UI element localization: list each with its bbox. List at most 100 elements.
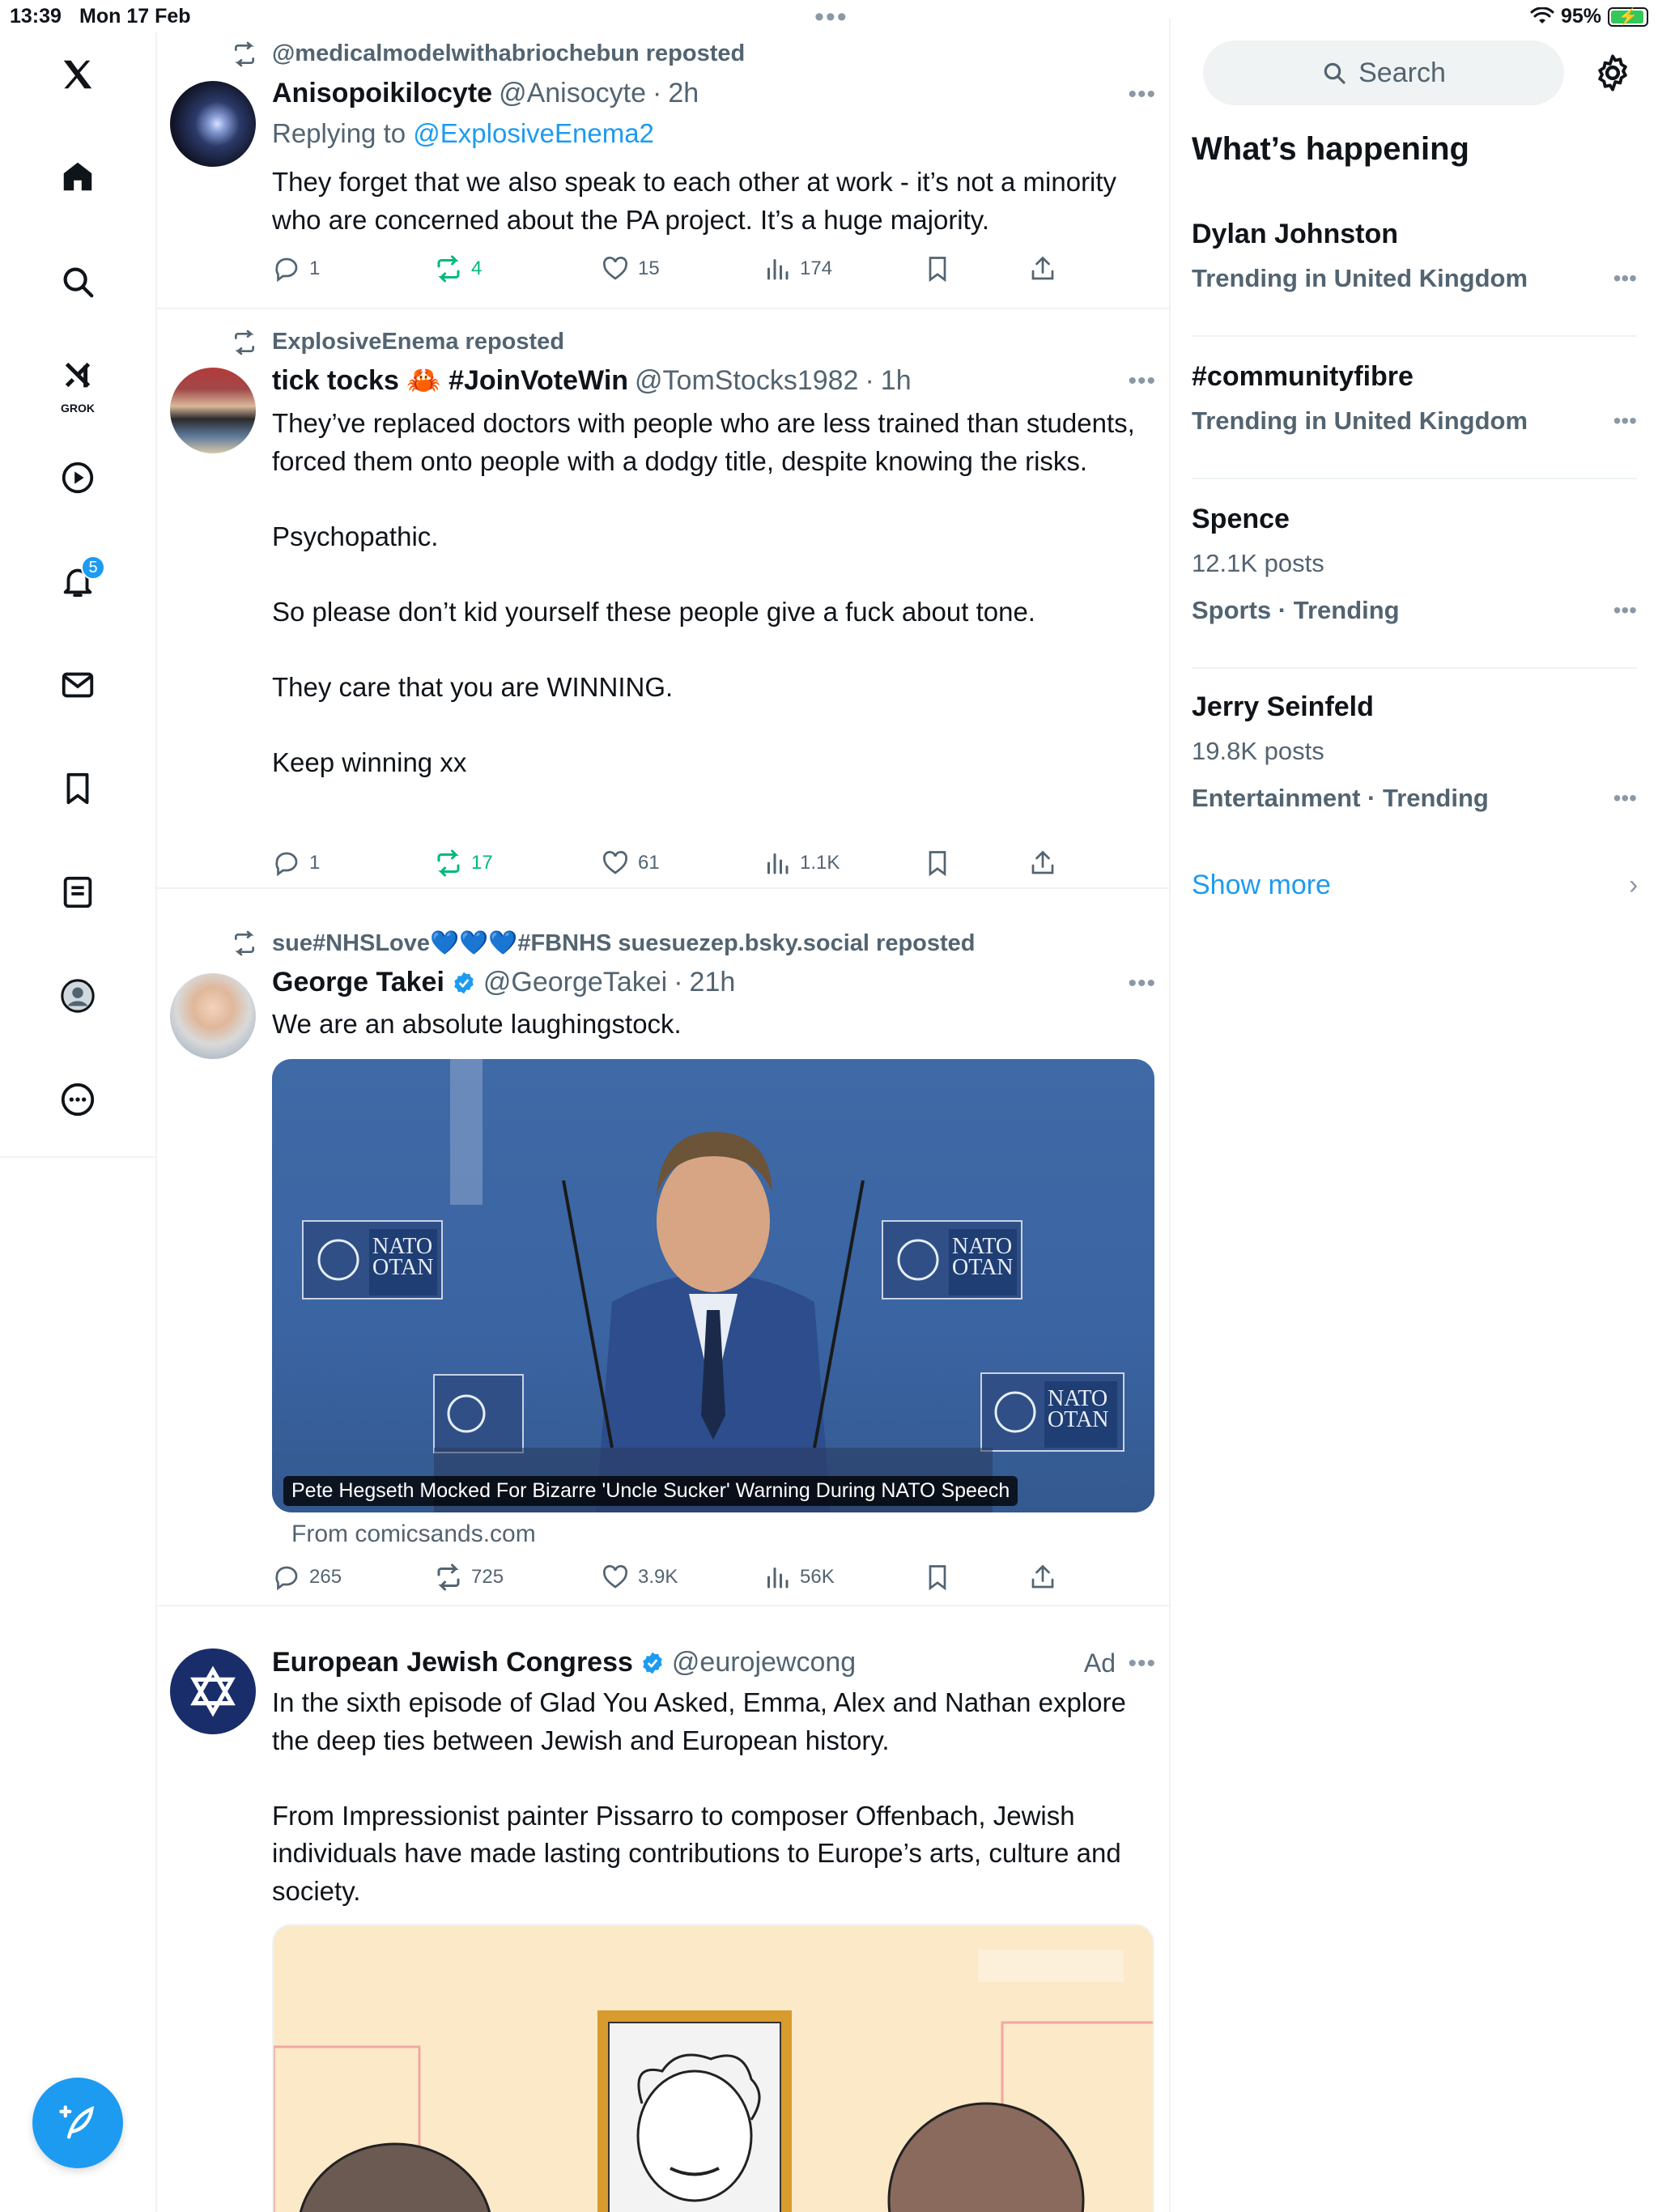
repost-by[interactable]: sue#NHSLove💙💙💙#FBNHS suesuezep.bsky.soci… [272,929,976,957]
reply-to-link[interactable]: @ExplosiveEnema2 [413,118,654,148]
trend-item[interactable]: Dylan Johnston Trending in United Kingdo… [1192,219,1637,337]
reply-button[interactable]: 1 [272,254,320,283]
einstein-cartoon-image [274,1950,1153,2212]
ad-image[interactable] [272,1924,1154,2212]
like-button[interactable]: 15 [601,254,660,283]
separator-dot: · [652,78,662,108]
username[interactable]: @eurojewcong [672,1647,856,1678]
nato-press-scene-image: NATO OTAN NATO OTAN NATO OTAN [302,1059,1124,1512]
post-more-icon[interactable]: ••• [1128,368,1156,395]
username[interactable]: @Anisocyte [499,78,646,109]
trend-item[interactable]: #communityfibre Trending in United Kingd… [1192,361,1637,479]
grok-icon[interactable]: GROK [52,348,104,415]
post-time[interactable]: 2h [668,78,699,109]
notifications-bell-icon[interactable]: 5 [52,555,105,607]
post-more-icon[interactable]: ••• [1128,1650,1156,1678]
repost-button[interactable]: 17 [434,849,493,878]
like-button[interactable]: 61 [601,849,660,878]
trend-more-icon[interactable]: ••• [1613,266,1637,291]
username[interactable]: @GeorgeTakei [483,967,667,998]
reply-icon [275,1566,298,1591]
x-logo-icon[interactable] [52,49,104,100]
repost-icon [235,41,254,66]
trend-more-icon[interactable]: ••• [1613,598,1637,623]
trend-meta: Trending in United Kingdom [1192,406,1528,435]
display-name[interactable]: George Takei [272,967,444,998]
lists-icon[interactable] [52,866,104,918]
views-button[interactable]: 56K [763,1563,835,1592]
display-name[interactable]: European Jewish Congress [272,1647,633,1678]
reply-prefix: Replying to [272,118,414,148]
video-thumbnail[interactable]: NATO OTAN NATO OTAN NATO OTAN Pete Hegse… [272,1059,1154,1512]
trend-more-icon[interactable]: ••• [1613,785,1637,811]
avatar[interactable] [170,368,256,453]
otan-sign-text-right: OTAN [952,1255,1014,1280]
like-button[interactable]: 3.9K [601,1563,678,1592]
settings-gear-icon[interactable] [1592,52,1634,94]
display-name[interactable]: tick tocks 🦀 #JoinVoteWin [272,364,628,397]
replying-to: Replying to @ExplosiveEnema2 [272,118,654,149]
share-button[interactable] [1028,849,1057,878]
avatar[interactable] [170,1648,256,1734]
repost-by[interactable]: @medicalmodelwithabriochebun reposted [272,40,745,67]
repost-icon [235,930,254,956]
left-nav-empty-area [0,1158,157,2212]
repost-button[interactable]: 725 [434,1563,504,1592]
show-more-link[interactable]: Show more [1192,870,1331,901]
post-actions: 1 4 15 174 [272,254,1054,287]
post-time[interactable]: 21h [690,967,736,998]
reply-button[interactable]: 265 [272,1563,342,1592]
post-more-icon[interactable]: ••• [1128,970,1156,998]
post-actions: 1 17 61 1.1K [272,849,1054,881]
post-tomstocks[interactable]: ExplosiveEnema reposted tick tocks 🦀 #Jo… [157,309,1169,889]
post-eurojewcong-ad[interactable]: European Jewish Congress @eurojewcong Ad… [157,1606,1169,2212]
messages-envelope-icon[interactable] [52,659,104,711]
search-input[interactable]: Search [1203,40,1564,105]
share-button[interactable] [1028,254,1057,283]
repost-count: 4 [471,257,483,279]
link-source[interactable]: From comicsands.com [291,1521,536,1548]
grok-label: GROK [61,402,95,415]
home-icon[interactable] [52,151,104,202]
share-button[interactable] [1028,1563,1057,1592]
battery-icon: ⚡ [1608,6,1648,27]
views-button[interactable]: 174 [763,254,832,283]
repost-by[interactable]: ExplosiveEnema reposted [272,329,564,355]
bookmark-button[interactable] [923,849,952,878]
trend-item[interactable]: Spence 12.1K posts Sports · Trending ••• [1192,504,1637,669]
repost-count: 725 [471,1566,504,1588]
profile-icon[interactable] [52,970,104,1022]
username[interactable]: @TomStocks1982 [635,365,858,397]
more-options-icon[interactable] [52,1074,104,1125]
right-sidebar: Search What’s happening Dylan Johnston T… [1171,32,1658,2212]
compose-post-button[interactable] [32,2078,123,2168]
search-icon[interactable] [52,256,104,308]
otan-sign-text-lower: OTAN [1048,1407,1109,1432]
trend-more-icon[interactable]: ••• [1613,408,1637,434]
video-caption: Pete Hegseth Mocked For Bizarre 'Uncle S… [283,1476,1018,1506]
bookmarks-icon[interactable] [52,763,104,815]
views-chart-icon [767,259,789,280]
repost-button[interactable]: 4 [434,254,482,283]
trend-title: Jerry Seinfeld [1192,691,1374,722]
notifications-badge: 5 [81,555,105,580]
post-more-icon[interactable]: ••• [1128,81,1156,108]
reply-button[interactable]: 1 [272,849,320,878]
post-georgetakei[interactable]: sue#NHSLove💙💙💙#FBNHS suesuezep.bsky.soci… [157,889,1169,1606]
trend-title: Spence [1192,504,1290,534]
post-time[interactable]: 1h [881,365,912,397]
avatar[interactable] [170,81,256,167]
display-name[interactable]: Anisopoikilocyte [272,78,492,109]
repost-icon [437,849,460,877]
reply-icon [275,852,298,877]
share-icon [1031,256,1054,280]
feather-plus-icon [59,2105,95,2139]
avatar[interactable] [170,973,256,1059]
views-button[interactable]: 1.1K [763,849,840,878]
bookmark-button[interactable] [923,1563,952,1592]
video-play-icon[interactable] [52,452,104,504]
post-anisocyte[interactable]: @medicalmodelwithabriochebun reposted An… [157,18,1169,309]
bookmark-button[interactable] [923,254,952,283]
trend-item[interactable]: Jerry Seinfeld 19.8K posts Entertainment… [1192,691,1637,837]
repost-indicator: ExplosiveEnema reposted [232,329,564,355]
